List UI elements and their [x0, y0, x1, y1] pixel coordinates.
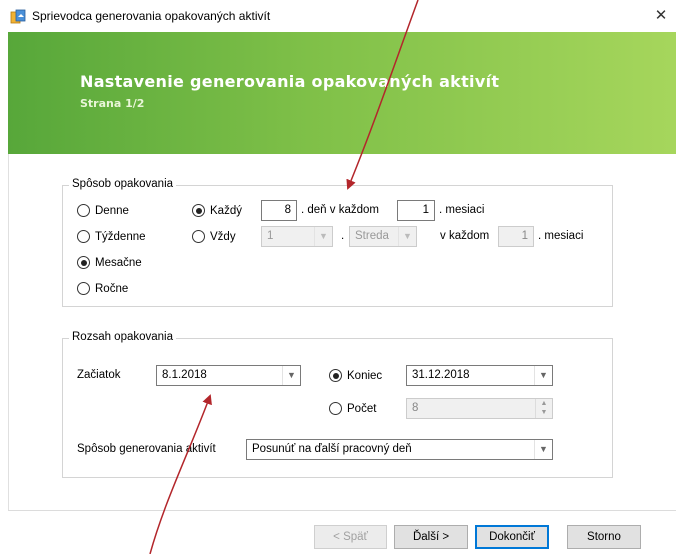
order-select-value: 1 — [267, 230, 274, 242]
radio-circle-selected[interactable] — [77, 256, 90, 269]
chevron-down-icon[interactable]: ▼ — [534, 366, 552, 385]
always-month-field[interactable]: 1 — [498, 226, 534, 247]
radio-label: Denne — [95, 204, 129, 217]
radio-label: Ročne — [95, 282, 129, 295]
month-number-field[interactable]: 1 — [397, 200, 435, 221]
dot-separator: . — [341, 230, 345, 242]
cancel-button[interactable]: Storno — [567, 525, 641, 549]
count-value: 8 — [412, 402, 419, 414]
next-button[interactable]: Ďalší > — [394, 525, 468, 549]
radio-circle[interactable] — [329, 402, 342, 415]
generation-mode-value: Posunúť na ďalší pracovný deň — [252, 443, 412, 455]
banner-page-indicator: Strana 1/2 — [80, 97, 145, 110]
repeat-mode-group: Spôsob opakovania Denne Týždenne Mesačne… — [62, 178, 613, 307]
back-button[interactable]: < Späť — [314, 525, 387, 549]
finish-button[interactable]: Dokončiť — [475, 525, 549, 549]
weekday-select-value: Streda — [355, 230, 389, 242]
radio-circle[interactable] — [77, 204, 90, 217]
chevron-down-icon[interactable]: ▼ — [398, 227, 416, 246]
radio-circle[interactable] — [192, 230, 205, 243]
order-select[interactable]: 1 ▼ — [261, 226, 333, 247]
end-date-picker[interactable]: 31.12.2018 ▼ — [406, 365, 553, 386]
generation-mode-select[interactable]: Posunúť na ďalší pracovný deň ▼ — [246, 439, 553, 460]
radio-circle-selected[interactable] — [329, 369, 342, 382]
wizard-content: Spôsob opakovania Denne Týždenne Mesačne… — [8, 154, 676, 510]
radio-rocne[interactable]: Ročne — [77, 282, 128, 295]
wizard-banner: Nastavenie generovania opakovaných aktiv… — [8, 32, 676, 154]
count-stepper[interactable]: 8 ▲ ▼ — [406, 398, 553, 419]
radio-label: Koniec — [347, 369, 383, 382]
radio-circle-selected[interactable] — [192, 204, 205, 217]
generation-mode-label: Spôsob generovania aktivít — [77, 443, 216, 455]
in-each-label: v každom — [440, 230, 490, 242]
radio-circle[interactable] — [77, 282, 90, 295]
weekday-select[interactable]: Streda ▼ — [349, 226, 417, 247]
radio-pocet[interactable]: Počet — [329, 402, 376, 415]
day-in-each-label: . deň v každom — [301, 204, 379, 216]
repeat-range-legend: Rozsah opakovania — [69, 331, 177, 343]
wizard-footer: < Späť Ďalší > Dokončiť Storno — [8, 510, 676, 554]
chevron-down-icon[interactable]: ▼ — [314, 227, 332, 246]
day-number-field[interactable]: 8 — [261, 200, 297, 221]
radio-label: Každý — [210, 204, 242, 217]
start-date-value: 8.1.2018 — [162, 369, 207, 381]
start-label: Začiatok — [77, 369, 121, 381]
radio-kazdy[interactable]: Každý — [192, 204, 242, 217]
radio-label: Počet — [347, 402, 377, 415]
months-label: . mesiaci — [439, 204, 485, 216]
radio-label: Vždy — [210, 230, 236, 243]
repeat-mode-legend: Spôsob opakovania — [69, 178, 177, 190]
radio-label: Týždenne — [95, 230, 146, 243]
chevron-down-icon[interactable]: ▼ — [282, 366, 300, 385]
radio-denne[interactable]: Denne — [77, 204, 129, 217]
chevron-down-icon[interactable]: ▼ — [534, 440, 552, 459]
radio-mesacne[interactable]: Mesačne — [77, 256, 142, 269]
radio-circle[interactable] — [77, 230, 90, 243]
wizard-app-icon — [10, 9, 26, 24]
banner-title: Nastavenie generovania opakovaných aktiv… — [80, 72, 500, 91]
title-bar: Sprievodca generovania opakovaných aktiv… — [0, 0, 676, 32]
radio-koniec[interactable]: Koniec — [329, 369, 382, 382]
window-title: Sprievodca generovania opakovaných aktiv… — [32, 9, 271, 23]
radio-label: Mesačne — [95, 256, 142, 269]
stepper-arrows-icon[interactable]: ▲ ▼ — [535, 399, 552, 418]
start-date-picker[interactable]: 8.1.2018 ▼ — [156, 365, 301, 386]
close-icon[interactable]: ✕ — [646, 0, 676, 32]
repeat-range-group: Rozsah opakovania Začiatok 8.1.2018 ▼ Ko… — [62, 331, 613, 478]
radio-tyzdenne[interactable]: Týždenne — [77, 230, 146, 243]
end-date-value: 31.12.2018 — [412, 369, 470, 381]
always-months-label: . mesiaci — [538, 230, 584, 242]
radio-vzdy[interactable]: Vždy — [192, 230, 236, 243]
